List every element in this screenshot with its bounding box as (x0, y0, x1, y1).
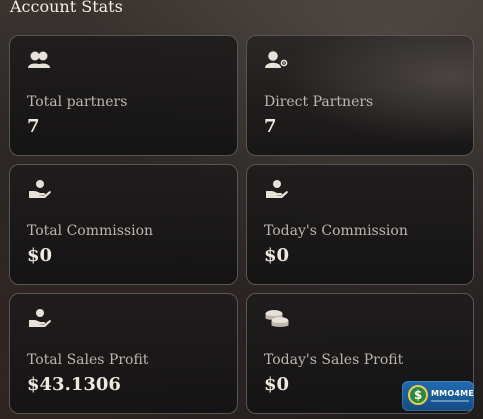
stat-card-total-sales-profit: Total Sales Profit $43.1306 (9, 293, 238, 414)
stat-label: Total partners (27, 94, 128, 110)
stat-label: Today's Sales Profit (264, 352, 404, 368)
stat-value: 7 (27, 116, 40, 137)
stat-card-direct-partners: Direct Partners 7 (246, 35, 474, 156)
badge-divider (431, 400, 469, 402)
stat-label: Total Sales Profit (27, 352, 149, 368)
hand-coin-icon (27, 179, 53, 201)
hand-coin-icon (264, 179, 290, 201)
users-icon (27, 50, 53, 72)
stat-card-todays-commission: Today's Commission $0 (246, 164, 474, 285)
badge-label: MMO4ME (431, 389, 474, 398)
stat-value: $0 (27, 245, 53, 266)
stat-card-total-commission: Total Commission $0 (9, 164, 238, 285)
mmo4me-badge[interactable]: $ MMO4ME (402, 381, 474, 411)
user-gear-icon (264, 50, 290, 72)
stat-card-total-partners: Total partners 7 (9, 35, 238, 156)
stat-value: $0 (264, 374, 290, 395)
stat-label: Today's Commission (264, 223, 408, 239)
stat-value: $43.1306 (27, 374, 121, 395)
coins-stack-icon (264, 308, 290, 330)
stats-grid: Total partners 7 Direct Partners 7 Total… (9, 35, 474, 414)
stat-label: Total Commission (27, 223, 154, 239)
stat-value: $0 (264, 245, 290, 266)
stat-label: Direct Partners (264, 94, 374, 110)
dollar-coin-icon: $ (408, 385, 428, 405)
hand-coin-icon (27, 308, 53, 330)
stat-value: 7 (264, 116, 277, 137)
section-title: Account Stats (10, 0, 123, 16)
